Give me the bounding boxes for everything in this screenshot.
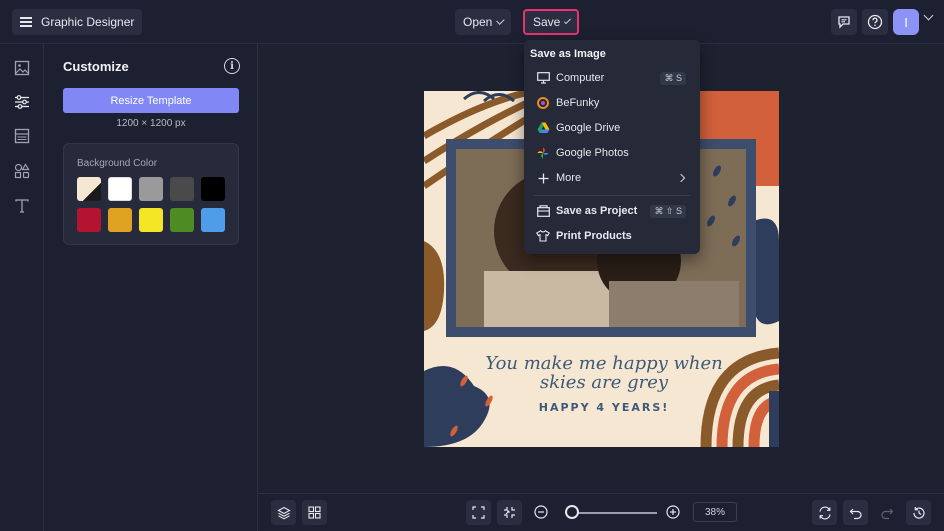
color-swatch[interactable]	[201, 208, 225, 232]
save-as-image-header: Save as Image	[530, 48, 606, 60]
befunky-icon	[536, 96, 550, 110]
color-swatch[interactable]	[139, 177, 163, 201]
save-menu-item-computer[interactable]: Computer ⌘ S	[524, 67, 700, 89]
save-label: Save	[533, 15, 561, 29]
hamburger-icon	[20, 17, 32, 27]
color-swatch[interactable]	[170, 208, 194, 232]
fit-to-screen-button[interactable]	[466, 500, 491, 525]
color-swatch[interactable]	[108, 177, 132, 201]
design-text-line-2: skies are grey	[539, 372, 669, 393]
left-rail	[0, 44, 44, 531]
chevron-down-icon	[564, 16, 572, 24]
zoom-slider-track[interactable]	[569, 512, 657, 514]
monitor-icon	[536, 71, 550, 85]
actual-size-button[interactable]	[497, 500, 522, 525]
color-swatch[interactable]	[201, 177, 225, 201]
graphics-icon[interactable]	[12, 161, 32, 181]
color-swatch[interactable]	[77, 208, 101, 232]
text-icon[interactable]	[12, 196, 32, 216]
zoom-out-icon[interactable]	[534, 505, 548, 519]
avatar-chevron-down-icon[interactable]	[923, 10, 934, 21]
design-text-line-1: You make me happy when	[485, 353, 723, 374]
color-swatch[interactable]	[77, 177, 101, 201]
print-products-item[interactable]: Print Products	[524, 225, 700, 247]
save-menu-item-more[interactable]: More	[524, 167, 700, 189]
background-color-label: Background Color	[77, 158, 158, 169]
comments-button[interactable]	[831, 9, 857, 35]
comment-icon	[838, 16, 850, 29]
open-button[interactable]: Open	[455, 9, 511, 35]
template-dimensions: 1200 × 1200 px	[116, 118, 186, 129]
layers-button[interactable]	[271, 500, 296, 525]
chevron-right-icon	[676, 173, 686, 183]
refresh-icon	[818, 506, 831, 519]
sliders-icon[interactable]	[12, 92, 32, 112]
app-menu-button[interactable]: Graphic Designer	[12, 9, 143, 35]
design-text-line-3: HAPPY 4 YEARS!	[538, 401, 670, 414]
google-photos-icon	[536, 146, 550, 160]
help-icon	[867, 14, 883, 30]
image-icon[interactable]	[12, 58, 32, 78]
google-drive-icon	[536, 121, 550, 135]
resize-template-button[interactable]: Resize Template	[63, 88, 239, 113]
save-menu-item-google-photos[interactable]: Google Photos	[524, 142, 700, 164]
save-menu-item-befunky[interactable]: BeFunky	[524, 92, 700, 114]
save-menu-label: Google Drive	[556, 122, 621, 134]
zoom-slider-thumb[interactable]	[564, 505, 579, 519]
grid-button[interactable]	[302, 500, 327, 525]
save-button[interactable]: Save	[523, 9, 579, 35]
save-menu-label: Print Products	[556, 230, 632, 242]
history-button[interactable]	[906, 500, 931, 525]
project-icon	[536, 204, 550, 218]
grid-icon	[308, 506, 321, 519]
layers-icon	[276, 506, 291, 519]
app-window: Graphic Designer Open Save I Customize i…	[0, 0, 944, 531]
help-button[interactable]	[862, 9, 888, 35]
panel-title: Customize	[63, 59, 129, 74]
save-menu-label: Google Photos	[556, 147, 629, 159]
save-menu-label: More	[556, 172, 582, 184]
flip-button[interactable]	[812, 500, 837, 525]
chevron-down-icon	[496, 15, 505, 25]
save-menu-item-google-drive[interactable]: Google Drive	[524, 117, 700, 139]
undo-button[interactable]	[843, 500, 868, 525]
plus-icon	[536, 171, 550, 185]
computer-shortcut: ⌘ S	[660, 71, 686, 85]
save-dropdown-menu: Save as Image Computer ⌘ S BeFunky Googl…	[524, 40, 700, 254]
save-menu-label: Save as Project	[556, 205, 638, 217]
save-as-project-item[interactable]: Save as Project ⌘ ⇧ S	[524, 200, 700, 222]
undo-icon	[849, 508, 862, 519]
history-icon	[912, 506, 925, 519]
customize-panel: Customize i Resize Template 1200 × 1200 …	[44, 44, 258, 531]
save-menu-label: BeFunky	[556, 97, 600, 109]
top-bar: Graphic Designer Open Save I	[0, 0, 944, 44]
menu-divider	[534, 195, 690, 196]
info-icon[interactable]: i	[224, 58, 240, 74]
shrink-icon	[504, 507, 515, 518]
color-swatch[interactable]	[170, 177, 194, 201]
zoom-level[interactable]: 38%	[693, 502, 737, 522]
redo-icon	[880, 508, 893, 519]
avatar[interactable]: I	[893, 9, 919, 35]
open-label: Open	[463, 15, 493, 29]
tshirt-icon	[536, 229, 550, 243]
redo-button[interactable]	[874, 500, 899, 525]
project-shortcut: ⌘ ⇧ S	[650, 204, 686, 218]
color-swatch[interactable]	[108, 208, 132, 232]
save-menu-label: Computer	[556, 72, 605, 84]
layout-icon[interactable]	[12, 126, 32, 146]
app-name: Graphic Designer	[41, 15, 135, 29]
background-color-box: Background Color	[63, 143, 239, 245]
color-swatch[interactable]	[139, 208, 163, 232]
zoom-in-icon[interactable]	[666, 505, 680, 519]
expand-icon	[472, 506, 485, 519]
